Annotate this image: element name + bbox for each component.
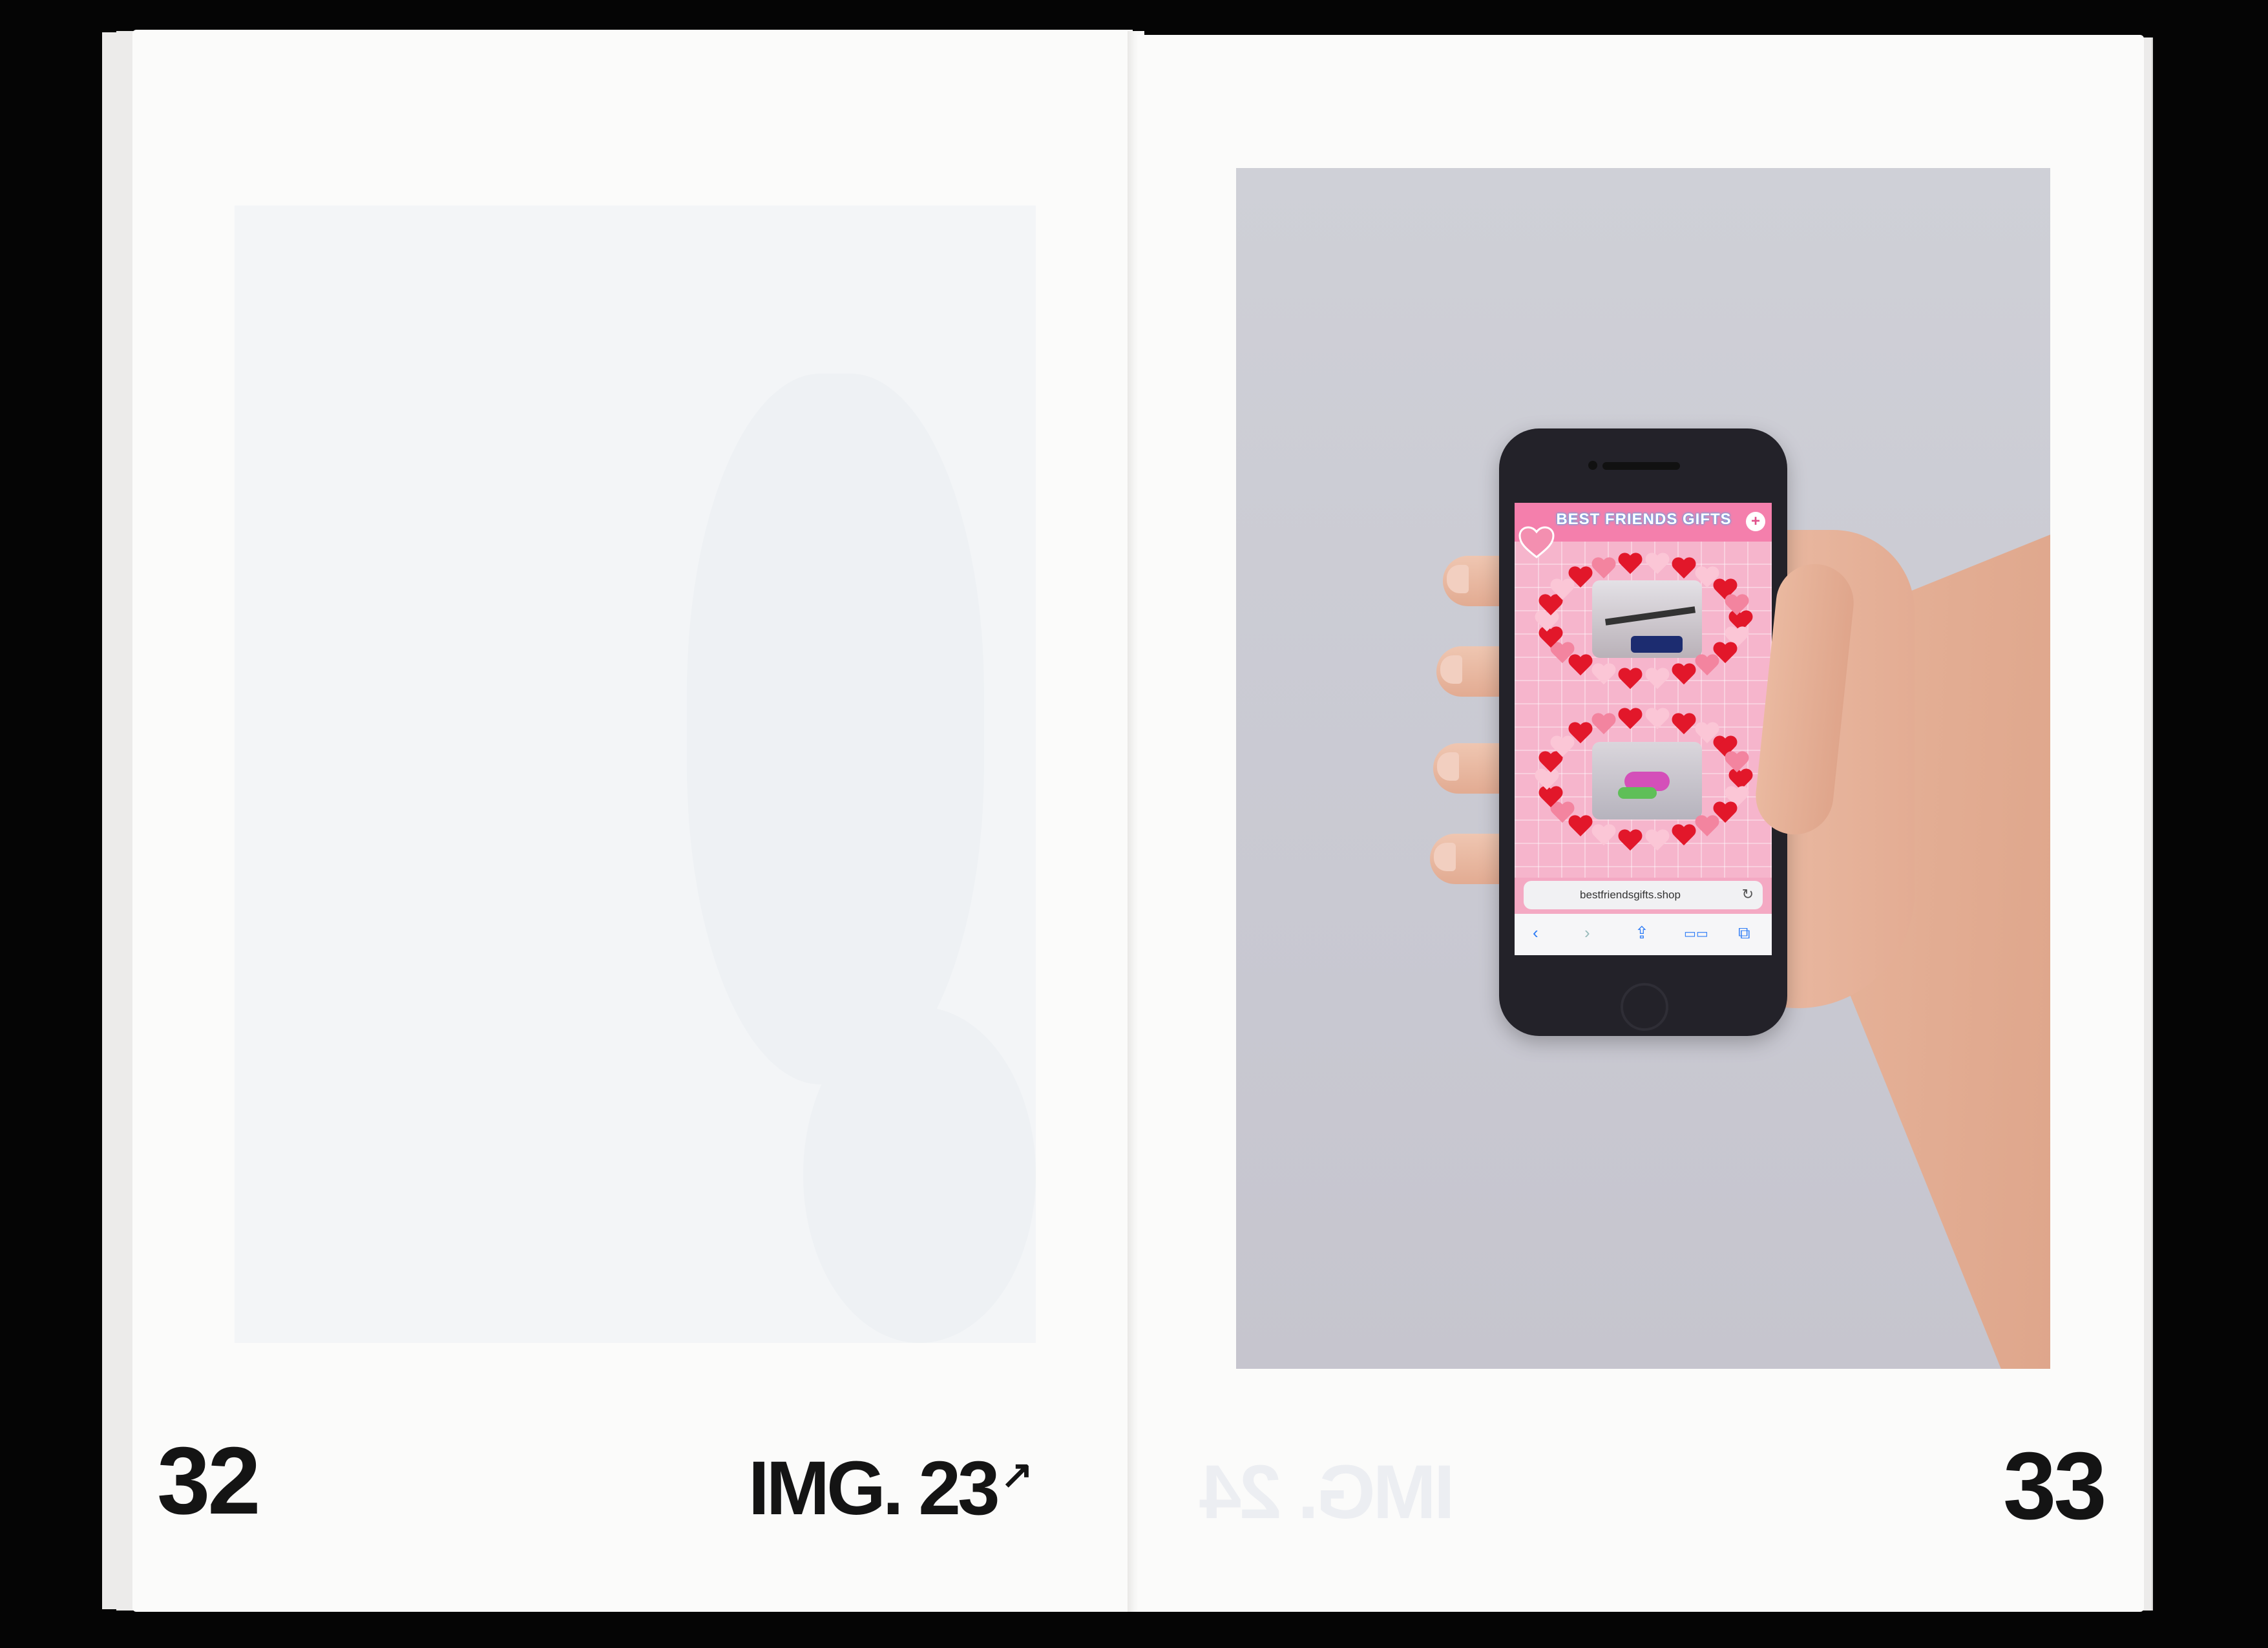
phone-screen: BEST FRIENDS GIFTS + bestfriendsgifts.sh… [1515,503,1772,955]
finger [1430,834,1501,884]
heart-icon [1644,708,1670,732]
left-page: 32 IMG. 23 ↗ [132,30,1133,1612]
back-icon[interactable]: ‹ [1533,923,1538,943]
heart-icon[interactable] [1518,526,1555,558]
heart-icon [1591,664,1617,687]
url-text: bestfriendsgifts.shop [1580,889,1681,901]
heart-icon [1591,825,1617,848]
bleed-through-caption: IMG. 24 [1202,1450,1455,1535]
heart-icon [1671,825,1697,848]
finger [1436,646,1507,697]
heart-icon [1568,723,1593,746]
site-title: BEST FRIENDS GIFTS [1556,511,1732,528]
heart-icon [1694,816,1720,839]
heart-icon [1671,664,1697,687]
plus-button[interactable]: + [1746,512,1765,531]
product-image [1592,742,1702,819]
image-caption: IMG. 23 ↗ [748,1450,1033,1527]
share-icon[interactable]: ⇪ [1635,923,1649,943]
tabs-icon[interactable]: ⧉ [1738,923,1750,944]
heart-icon [1617,668,1643,692]
heart-icon [1617,708,1643,732]
heart-icon [1644,830,1670,853]
heart-icon [1568,567,1593,590]
heart-icon [1591,713,1617,737]
heart-icon [1591,558,1617,581]
browser-toolbar: ‹ › ⇪ ▭▭ ⧉ [1515,914,1772,955]
smartphone: BEST FRIENDS GIFTS + bestfriendsgifts.sh… [1499,428,1787,1036]
page-number-left: 32 [157,1428,261,1534]
address-bar[interactable]: bestfriendsgifts.shop ↻ [1524,881,1763,909]
camera-icon [1588,461,1597,470]
book-spread: 32 IMG. 23 ↗ IMG. 24 33 BEST FRIENDS GIF… [0,0,2268,1648]
heart-icon [1694,655,1720,678]
bookmarks-icon[interactable]: ▭▭ [1684,925,1708,942]
heart-icon [1617,553,1643,576]
heart-icon [1671,558,1697,581]
bleed-through-image [235,206,1036,1343]
finger [1433,743,1504,794]
reload-icon[interactable]: ↻ [1742,886,1754,903]
caption-text: IMG. 23 [748,1446,1000,1531]
heart-icon [1644,668,1670,692]
forward-icon[interactable]: › [1584,923,1590,943]
page-number-right: 33 [2003,1433,2107,1539]
heart-icon [1644,553,1670,576]
heart-icon [1617,830,1643,853]
heart-icon [1724,595,1750,618]
photo-hand-holding-phone: BEST FRIENDS GIFTS + bestfriendsgifts.sh… [1236,168,2050,1369]
arrow-up-right-icon: ↗ [1000,1453,1033,1496]
home-button[interactable] [1621,983,1668,1031]
product-image [1592,580,1702,658]
heart-icon [1671,713,1697,737]
speaker-grille [1602,462,1680,470]
heart-icon [1724,752,1750,775]
